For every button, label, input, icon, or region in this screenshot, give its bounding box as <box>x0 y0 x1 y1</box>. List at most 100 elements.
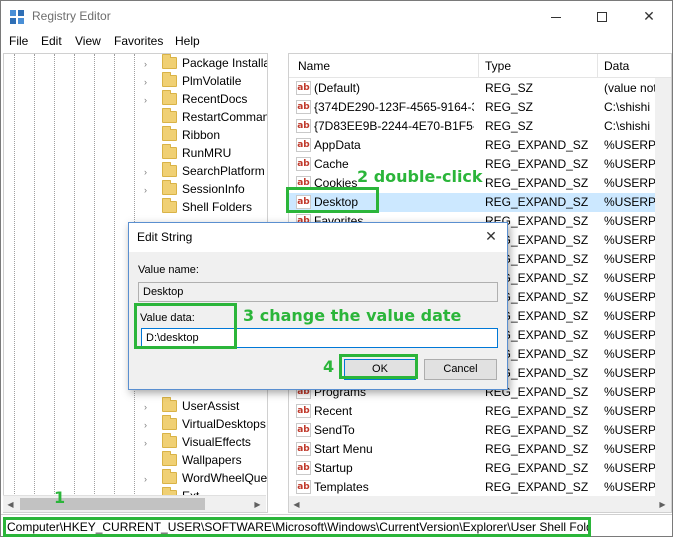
expand-arrow-icon[interactable]: › <box>144 420 152 430</box>
expand-arrow-icon[interactable] <box>144 149 152 159</box>
expand-arrow-icon[interactable]: › <box>144 77 152 87</box>
value-type-cell: REG_EXPAND_SZ <box>485 176 589 190</box>
value-name-cell: AppData <box>314 138 361 152</box>
string-value-icon: ab <box>296 138 311 152</box>
registry-path[interactable]: Computer\HKEY_CURRENT_USER\SOFTWARE\Micr… <box>3 517 591 537</box>
string-value-icon: ab <box>296 404 311 418</box>
expand-arrow-icon[interactable] <box>144 131 152 141</box>
tree-guide-line <box>34 54 35 494</box>
expand-arrow-icon[interactable]: › <box>144 95 152 105</box>
dialog-close-icon[interactable]: ✕ <box>481 226 501 246</box>
folder-icon <box>162 162 177 177</box>
expand-arrow-icon[interactable] <box>144 113 152 123</box>
value-type-cell: REG_EXPAND_SZ <box>485 480 589 494</box>
expand-arrow-icon[interactable]: › <box>144 438 152 448</box>
tree-item[interactable]: Shell Folders <box>144 198 267 217</box>
tree-item[interactable]: RunMRU <box>144 144 267 163</box>
column-header-name[interactable]: Name <box>298 59 330 73</box>
list-row[interactable]: ab {7D83EE9B-2244-4E70-B1F5-... REG_SZ C:\s… <box>289 117 671 136</box>
cancel-button[interactable]: Cancel <box>424 359 497 380</box>
menu-favorites[interactable]: Favorites <box>114 34 163 48</box>
value-type-cell: REG_EXPAND_SZ <box>485 138 589 152</box>
string-value-icon: ab <box>296 442 311 456</box>
expand-arrow-icon[interactable]: › <box>144 474 152 484</box>
scroll-right-icon[interactable]: ▶ <box>250 497 265 512</box>
list-row[interactable]: abTemplatesREG_EXPAND_SZ%USERPROF <box>289 478 671 497</box>
close-button[interactable]: ✕ <box>626 1 672 32</box>
tree-item-label: RecentDocs <box>182 92 248 106</box>
tree-item[interactable]: › WordWheelQuer <box>144 469 267 488</box>
column-header-type[interactable]: Type <box>485 59 511 73</box>
tree-item[interactable]: › SessionInfo <box>144 180 267 199</box>
list-vertical-scrollbar[interactable] <box>655 78 671 496</box>
expand-arrow-icon[interactable] <box>144 456 152 466</box>
list-row[interactable]: ab (Default) REG_SZ (value not se <box>289 79 671 98</box>
highlight-value-data <box>134 303 237 349</box>
folder-icon <box>162 90 177 105</box>
tree-guide-line <box>114 54 115 494</box>
folder-icon <box>162 469 177 484</box>
string-value-icon: ab <box>296 480 311 494</box>
tree-item-label: RunMRU <box>182 146 232 160</box>
scroll-left-icon[interactable]: ◀ <box>289 497 304 512</box>
tree-item[interactable]: RestartComman <box>144 108 267 127</box>
value-type-cell: REG_EXPAND_SZ <box>485 157 589 171</box>
tree-item[interactable]: › SearchPlatform <box>144 162 267 181</box>
tree-horizontal-scrollbar[interactable]: ◀ ▶ <box>3 495 266 512</box>
registry-editor-icon <box>10 10 24 24</box>
tree-item-label: Package Installat <box>182 56 268 70</box>
value-type-cell: REG_SZ <box>485 100 534 114</box>
expand-arrow-icon[interactable] <box>144 203 152 213</box>
list-row[interactable]: ab {374DE290-123F-4565-9164-3... REG_SZ C:\… <box>289 98 671 117</box>
annotation-step-3: 3 change the value date <box>243 306 462 325</box>
menu-view[interactable]: View <box>75 34 101 48</box>
column-header-data[interactable]: Data <box>604 59 629 73</box>
maximize-button[interactable] <box>579 1 625 32</box>
menu-bar: File Edit View Favorites Help <box>1 32 672 52</box>
tree-item[interactable]: › VirtualDesktops <box>144 415 267 434</box>
scroll-left-icon[interactable]: ◀ <box>3 497 18 512</box>
highlight-desktop-value <box>286 187 379 213</box>
expand-arrow-icon[interactable]: › <box>144 59 152 69</box>
value-type-cell: REG_SZ <box>485 81 534 95</box>
tree-item[interactable]: Ribbon <box>144 126 267 145</box>
list-row[interactable]: abSendToREG_EXPAND_SZ%USERPROF <box>289 421 671 440</box>
list-row[interactable]: abAppDataREG_EXPAND_SZ%USERPROF <box>289 136 671 155</box>
folder-icon <box>162 397 177 412</box>
expand-arrow-icon[interactable]: › <box>144 402 152 412</box>
string-value-icon: ab <box>296 461 311 475</box>
scroll-right-icon[interactable]: ▶ <box>655 497 670 512</box>
column-divider[interactable] <box>597 54 598 78</box>
list-row[interactable]: abRecentREG_EXPAND_SZ%USERPROF <box>289 402 671 421</box>
dialog-title: Edit String <box>137 230 193 244</box>
list-row[interactable]: abStart MenuREG_EXPAND_SZ%USERPROF <box>289 440 671 459</box>
value-type-cell: REG_EXPAND_SZ <box>485 423 589 437</box>
menu-help[interactable]: Help <box>175 34 200 48</box>
value-name-cell: (Default) <box>314 81 361 95</box>
value-name-label: Value name: <box>138 264 199 276</box>
tree-item[interactable]: › RecentDocs <box>144 90 267 109</box>
tree-item[interactable]: › VisualEffects <box>144 433 267 452</box>
string-value-icon: ab <box>296 81 311 95</box>
column-divider[interactable] <box>478 54 479 78</box>
tree-item[interactable]: › PlmVolatile <box>144 72 267 91</box>
scroll-thumb[interactable] <box>20 498 205 510</box>
tree-item-label: PlmVolatile <box>182 74 242 88</box>
menu-edit[interactable]: Edit <box>41 34 62 48</box>
title-bar: Registry Editor ✕ <box>1 1 672 32</box>
expand-arrow-icon[interactable]: › <box>144 185 152 195</box>
value-name-cell: Start Menu <box>314 442 373 456</box>
menu-file[interactable]: File <box>9 34 28 48</box>
list-horizontal-scrollbar[interactable]: ◀ ▶ <box>289 496 671 512</box>
tree-item[interactable]: › UserAssist <box>144 397 267 416</box>
tree-item[interactable]: Wallpapers <box>144 451 267 470</box>
minimize-button[interactable] <box>533 1 579 32</box>
string-value-icon: ab <box>296 157 311 171</box>
expand-arrow-icon[interactable]: › <box>144 167 152 177</box>
tree-guide-line <box>74 54 75 494</box>
string-value-icon: ab <box>296 423 311 437</box>
tree-guide-line <box>54 54 55 494</box>
tree-item[interactable]: › Package Installat <box>144 54 268 73</box>
list-row[interactable]: abStartupREG_EXPAND_SZ%USERPROF <box>289 459 671 478</box>
tree-guide-line <box>14 54 15 494</box>
